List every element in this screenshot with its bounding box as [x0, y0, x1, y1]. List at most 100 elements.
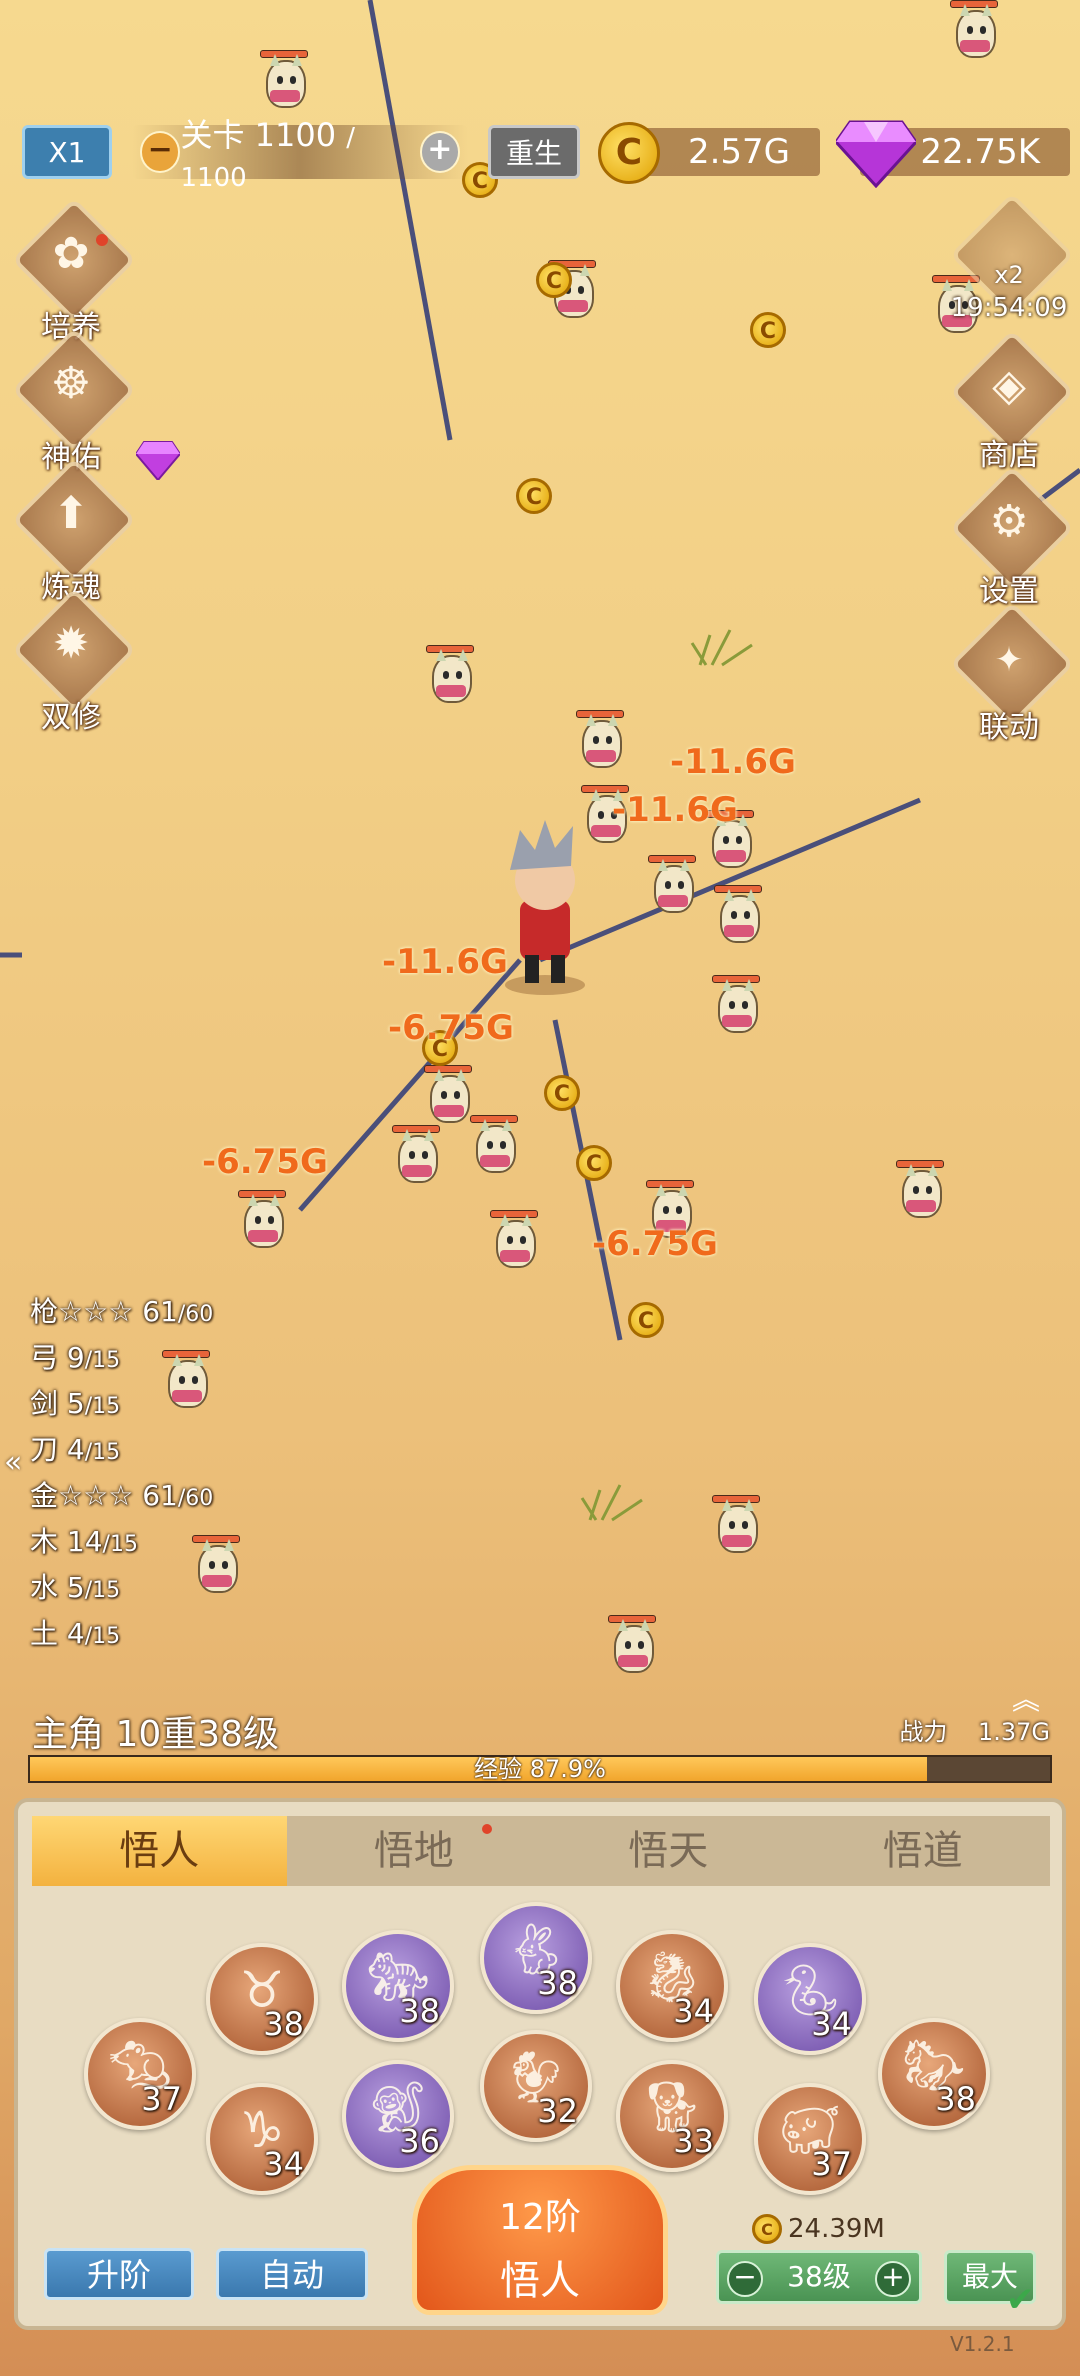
upgrade-rank-button[interactable]: 升阶 [44, 2248, 194, 2300]
enemy-minion [238, 1190, 286, 1256]
collab-label: 联动 [979, 710, 1039, 745]
stat-value: 木 14 [30, 1525, 103, 1558]
zodiac-pig-button[interactable]: 🐖︎ 37 [754, 2083, 866, 2195]
enemy-minion [424, 1065, 472, 1131]
gear-icon: ⚙ [989, 496, 1029, 547]
gem-drop[interactable] [134, 440, 182, 482]
enemy-minion [714, 885, 762, 951]
zodiac-rabbit-button[interactable]: 🐇︎ 38 [480, 1902, 592, 2014]
level-stepper: − 38级 + [716, 2250, 922, 2304]
stat-value: 枪☆☆☆ 61 [30, 1295, 178, 1328]
coin-drop[interactable]: C [516, 478, 552, 514]
beast-level: 37 [811, 2145, 852, 2183]
diamond-shop-icon: ◈ [992, 360, 1026, 411]
beast-level: 34 [673, 1992, 714, 2030]
enemy-minion [392, 1125, 440, 1191]
blessing-button[interactable]: ☸ 神佑 [11, 327, 137, 475]
spear-projectile [0, 0, 1080, 1341]
level-decrease-button[interactable]: − [727, 2261, 763, 2297]
beast-level: 38 [935, 2080, 976, 2118]
soul-refine-icon: ⬆ [52, 488, 90, 539]
bonus-multiplier: x2 [994, 261, 1024, 289]
cultivate-button[interactable]: ✿ 培养 [11, 197, 137, 345]
zodiac-horse-button[interactable]: 🐎︎ 38 [878, 2018, 990, 2130]
power-value: 1.37G [977, 1718, 1050, 1746]
enemy-minion [426, 645, 474, 711]
dual-cultivation-label: 双修 [41, 700, 101, 735]
coin-drop[interactable]: C [576, 1145, 612, 1181]
zodiac-rooster-button[interactable]: 🐓︎ 32 [480, 2030, 592, 2142]
stat-value: 水 5 [30, 1571, 85, 1604]
stat-max: /15 [102, 1532, 138, 1557]
enemy-minion [648, 855, 696, 921]
enemy-minion [950, 0, 998, 66]
coin-drop[interactable]: C [750, 312, 786, 348]
zodiac-snake-button[interactable]: 🐍︎ 34 [754, 1943, 866, 2055]
settings-label: 设置 [979, 574, 1039, 609]
stage-next-button[interactable]: + [419, 131, 461, 173]
dual-cultivation-button[interactable]: ✹ 双修 [11, 587, 137, 735]
combat-power: 战力 1.37G [899, 1712, 1050, 1747]
exp-text: 经验 87.9% [474, 1755, 606, 1783]
damage-number: -6.75G [202, 1142, 328, 1182]
stat-row-spear: 枪☆☆☆ 61/60 [30, 1290, 213, 1336]
collab-logo-icon: ✦ [994, 640, 1024, 680]
tab-wu-di[interactable]: 悟地 [287, 1816, 542, 1886]
zodiac-rat-button[interactable]: 🐀︎ 37 [84, 2018, 196, 2130]
double-bonus-button[interactable]: x2 19:54:09 [949, 192, 1075, 325]
beast-level: 38 [399, 1992, 440, 2030]
enemy-minion [260, 50, 308, 116]
stat-row-sword: 剑 5/15 [30, 1382, 213, 1428]
level-increase-button[interactable]: + [875, 2261, 911, 2297]
stage-prev-button[interactable]: − [140, 131, 181, 173]
rebirth-button[interactable]: 重生 [488, 125, 580, 179]
stage-label: 关卡 1100 [180, 116, 337, 154]
collab-button[interactable]: ✦ 联动 [949, 601, 1075, 745]
tab-wu-tian[interactable]: 悟天 [541, 1816, 796, 1886]
beast-level: 37 [141, 2080, 182, 2118]
zodiac-goat-button[interactable]: ♑︎ 34 [206, 2083, 318, 2195]
stat-max: /60 [177, 1302, 214, 1327]
collapse-arrow-icon[interactable]: « [4, 1445, 22, 1480]
enemy-minion [712, 975, 760, 1041]
speed-toggle-button[interactable]: X1 [22, 125, 112, 179]
stat-value: 土 4 [30, 1617, 85, 1650]
beast-level: 38 [263, 2005, 304, 2043]
stat-row-metal: 金☆☆☆ 61/60 [30, 1474, 213, 1520]
stat-value: 弓 9 [30, 1341, 85, 1374]
tab-wu-ren[interactable]: 悟人 [32, 1816, 287, 1886]
coin-drop[interactable]: C [628, 1302, 664, 1338]
zodiac-dragon-button[interactable]: 🐉︎ 34 [616, 1930, 728, 2042]
zodiac-dog-button[interactable]: 🐕︎ 33 [616, 2060, 728, 2172]
settings-button[interactable]: ⚙ 设置 [949, 465, 1075, 609]
soul-refine-button[interactable]: ⬆ 炼魂 [11, 457, 137, 605]
stage-display: 关卡 1100 / 1100 [180, 110, 419, 194]
zodiac-ox-button[interactable]: ♉︎ 38 [206, 1943, 318, 2055]
damage-number: -11.6G [382, 942, 508, 982]
coin-drop[interactable]: C [536, 262, 572, 298]
zodiac-tiger-button[interactable]: 🐅︎ 38 [342, 1930, 454, 2042]
coin-drop[interactable]: C [544, 1075, 580, 1111]
exp-bar: 经验 87.9% [28, 1755, 1052, 1783]
main-button-rank: 12阶 [499, 2197, 581, 2238]
bonus-timer: 19:54:09 [950, 293, 1068, 323]
stat-row-blade: 刀 4/15 [30, 1428, 213, 1474]
enlighten-main-button[interactable]: 12阶 悟人 [412, 2165, 668, 2315]
zodiac-monkey-button[interactable]: 🐒︎ 36 [342, 2060, 454, 2172]
power-label: 战力 [899, 1718, 948, 1746]
version-label: V1.2.1 [950, 2332, 1015, 2356]
stat-value: 刀 4 [30, 1433, 85, 1466]
stat-row-earth: 土 4/15 [30, 1612, 213, 1658]
beast-level: 34 [811, 2005, 852, 2043]
beast-level: 32 [537, 2092, 578, 2130]
stage-selector: − 关卡 1100 / 1100 + [132, 116, 468, 193]
stat-row-bow: 弓 9/15 [30, 1336, 213, 1382]
auto-button[interactable]: 自动 [216, 2248, 368, 2300]
shop-button[interactable]: ◈ 商店 [949, 329, 1075, 473]
damage-number: -11.6G [612, 790, 738, 830]
notification-dot [482, 1824, 492, 1834]
weapon-stat-list: 枪☆☆☆ 61/60 弓 9/15 剑 5/15 刀 4/15 金☆☆☆ 61/… [30, 1290, 213, 1658]
tab-wu-dao[interactable]: 悟道 [796, 1816, 1051, 1886]
enemy-minion [608, 1615, 656, 1681]
level-value: 38级 [787, 2260, 851, 2293]
